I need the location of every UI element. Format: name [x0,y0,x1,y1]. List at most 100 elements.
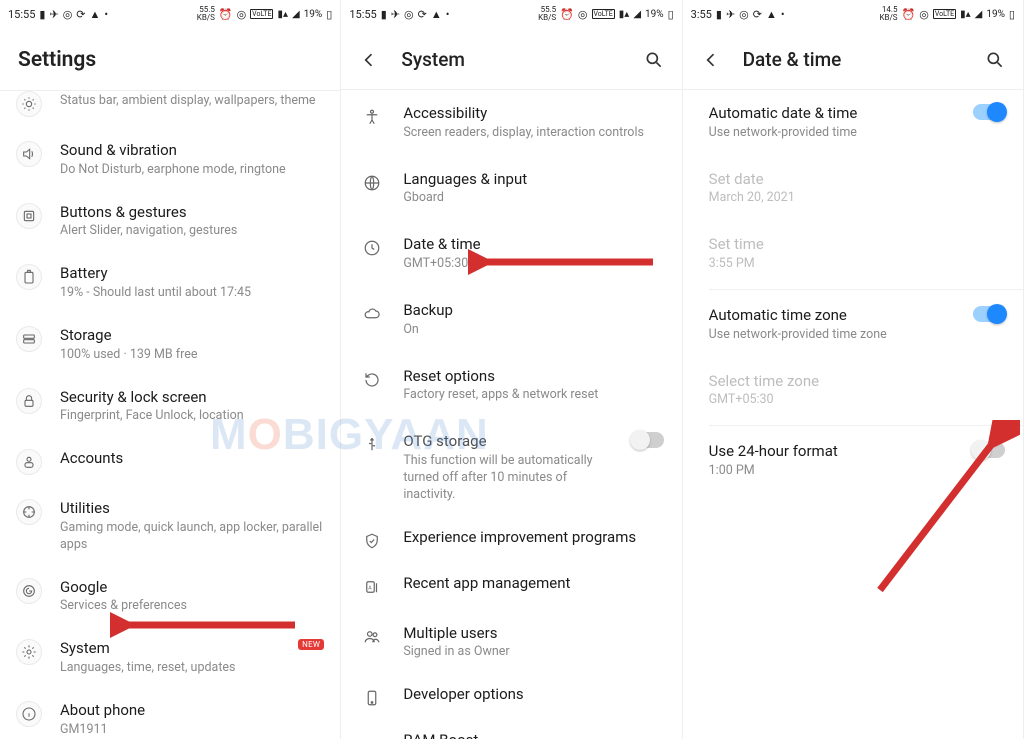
battery-icon: ▯ [326,9,332,20]
system-item-reset[interactable]: Reset optionsFactory reset, apps & netwo… [341,353,681,419]
auto-zone-toggle[interactable] [973,306,1005,322]
settings-item-battery[interactable]: Battery 19% - Should last until about 17… [0,252,340,314]
lock-icon [16,388,42,414]
item-title: Utilities [60,499,324,518]
system-item-languages[interactable]: Languages & inputGboard [341,156,681,222]
system-pane: 15:55 ▮ ✈ ◎ ⟳ ▲ • 55.5KB/S ⏰ ◎ VoLTE ▮▴ … [341,0,682,739]
settings-item-about[interactable]: About phone GM1911 [0,689,340,739]
settings-item-accounts[interactable]: Accounts [0,437,340,487]
sound-icon [16,141,42,167]
system-item-otg[interactable]: OTG storageThis function will be automat… [341,418,681,517]
system-item-date-time[interactable]: Date & timeGMT+05:30 [341,221,681,287]
item-title: RAM Boost [403,731,663,739]
system-item-ram[interactable]: RAM Boost [341,721,681,739]
info-icon [16,701,42,727]
item-subtitle: Gboard [403,190,663,207]
shield-icon [359,528,385,554]
alarm-icon: ⏰ [219,9,233,20]
battery-text: 19% [645,9,664,20]
auto-date-toggle[interactable] [973,104,1005,120]
settings-header: Settings [0,28,340,90]
settings-item-google[interactable]: Google Services & preferences [0,566,340,628]
settings-item-system[interactable]: System Languages, time, reset, updates N… [0,627,340,689]
item-subtitle: GMT+05:30 [709,392,995,409]
back-button[interactable] [359,50,379,70]
item-subtitle: Do Not Disturb, earphone mode, ringtone [60,162,324,179]
item-subtitle: March 20, 2021 [709,190,995,207]
settings-item-display[interactable]: Display Status bar, ambient display, wal… [0,91,340,129]
system-item-recent[interactable]: A Recent app management [341,564,681,610]
item-title: Automatic time zone [709,306,963,325]
24-hour-row[interactable]: Use 24-hour format 1:00 PM [683,428,1023,494]
battery-icon [16,264,42,290]
telegram-icon: ✈ [726,9,735,20]
dev-icon [359,685,385,711]
item-subtitle: Services & preferences [60,598,324,615]
battery-icon: ▯ [668,9,674,20]
alarm-icon: ⏰ [902,9,916,20]
battery-text: 19% [304,9,323,20]
system-item-experience[interactable]: Experience improvement programs [341,518,681,564]
settings-item-security[interactable]: Security & lock screen Fingerprint, Face… [0,376,340,438]
set-date-row: Set dateMarch 20, 2021 [683,156,1023,222]
google-icon [16,578,42,604]
telegram-icon: ✈ [49,9,58,20]
item-title: Set date [709,170,995,189]
status-bar: 15:55 ▮ ✈ ◎ ⟳ ▲ • 55.5KB/S ⏰ ◎ VoLTE ▮▴ … [341,0,681,28]
set-time-row: Set time3:55 PM [683,221,1023,287]
settings-item-sound[interactable]: Sound & vibration Do Not Disturb, earpho… [0,129,340,191]
volte-icon: VoLTE [250,9,273,19]
page-title: Settings [18,48,96,72]
battery-charge-icon: ▮ [716,9,722,20]
status-time: 15:55 [8,9,35,20]
item-subtitle: Status bar, ambient display, wallpapers,… [60,93,324,110]
otg-toggle[interactable] [632,432,664,448]
system-item-accessibility[interactable]: AccessibilityScreen readers, display, in… [341,90,681,156]
battery-text: 19% [986,9,1005,20]
display-icon [16,91,42,117]
reset-icon [359,367,385,393]
back-button[interactable] [701,50,721,70]
svg-text:A: A [369,585,373,591]
item-title: Storage [60,326,324,345]
signal-1-icon: ▮▴ [619,9,630,20]
auto-date-time-row[interactable]: Automatic date & timeUse network-provide… [683,90,1023,156]
item-subtitle: 1:00 PM [709,463,963,480]
hotspot-icon: ◎ [237,9,247,20]
item-title: Select time zone [709,372,995,391]
item-title: Developer options [403,685,663,704]
sync-icon: ⟳ [76,9,85,20]
globe-icon [359,170,385,196]
settings-item-storage[interactable]: Storage 100% used · 139 MB free [0,314,340,376]
settings-item-buttons[interactable]: Buttons & gestures Alert Slider, navigat… [0,191,340,253]
battery-icon: ▯ [1009,9,1015,20]
instagram-icon: ◎ [63,9,73,20]
24h-toggle[interactable] [973,442,1005,458]
item-title: Accessibility [403,104,663,123]
system-item-developer[interactable]: Developer options [341,675,681,721]
signal-2-icon: ◢ [633,9,641,20]
signal-2-icon: ◢ [975,9,983,20]
item-title: Use 24-hour format [709,442,963,461]
item-title: Reset options [403,367,663,386]
item-subtitle: GM1911 [60,722,324,739]
search-button[interactable] [985,50,1005,70]
settings-list: Display Status bar, ambient display, wal… [0,91,340,739]
settings-item-utilities[interactable]: Utilities Gaming mode, quick launch, app… [0,487,340,566]
warning-icon: ▲ [90,9,101,20]
utilities-icon [16,499,42,525]
sync-icon: ⟳ [418,9,427,20]
sync-icon: ⟳ [753,9,762,20]
item-subtitle: Languages, time, reset, updates [60,660,280,677]
auto-time-zone-row[interactable]: Automatic time zoneUse network-provided … [683,292,1023,358]
item-title: Battery [60,264,324,283]
system-item-users[interactable]: Multiple usersSigned in as Owner [341,610,681,676]
dot-icon: • [446,9,450,20]
item-title: Recent app management [403,574,663,593]
search-button[interactable] [644,50,664,70]
item-subtitle: Gaming mode, quick launch, app locker, p… [60,520,324,554]
system-item-backup[interactable]: BackupOn [341,287,681,353]
warning-icon: ▲ [766,9,777,20]
signal-2-icon: ◢ [292,9,300,20]
item-subtitle: Factory reset, apps & network reset [403,387,663,404]
